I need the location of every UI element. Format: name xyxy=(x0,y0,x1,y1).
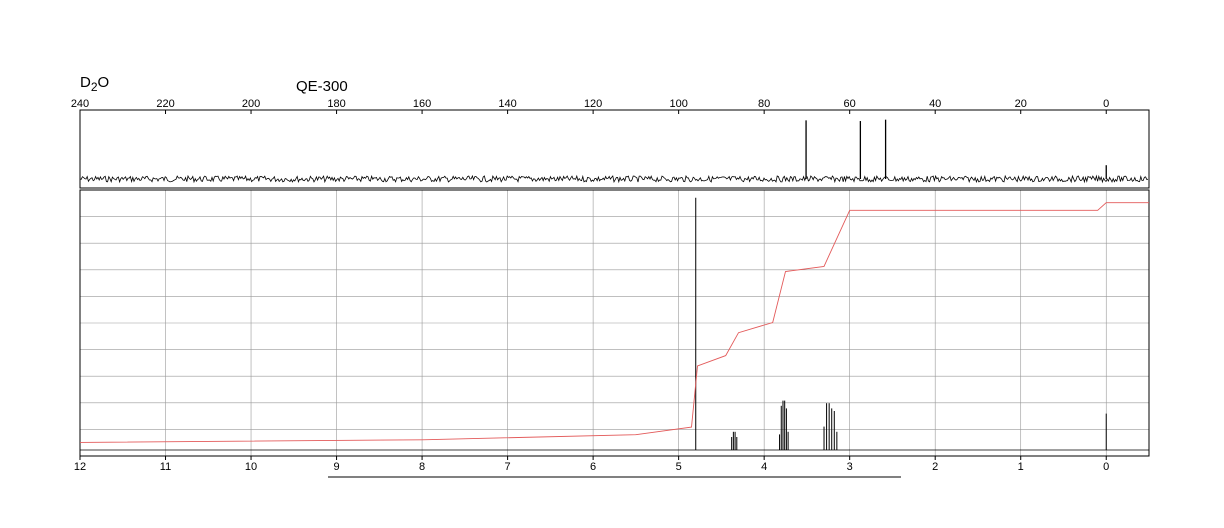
carbon-spectrum-panel: 240 220 200 180 160 140 120 100 80 60 40 20 0 xyxy=(71,98,1150,189)
carbon-tick-label: 20 xyxy=(1015,98,1027,110)
proton-tick-label: 12 xyxy=(74,461,86,473)
carbon-tick-label: 100 xyxy=(669,98,687,110)
carbon-tick-label: 180 xyxy=(327,98,345,110)
proton-tick-label: 2 xyxy=(932,461,938,473)
carbon-plot-frame xyxy=(79,109,1150,189)
proton-tick-label: 0 xyxy=(1103,461,1109,473)
proton-tick-label: 10 xyxy=(245,461,257,473)
carbon-tick-label: 120 xyxy=(584,98,602,110)
carbon-tick-label: 200 xyxy=(242,98,260,110)
integral-curve xyxy=(79,202,1149,443)
carbon-tick-label: 0 xyxy=(1103,98,1109,110)
proton-tick-label: 1 xyxy=(1018,461,1024,473)
proton-tick-label: 8 xyxy=(419,461,425,473)
proton-tick-label: 11 xyxy=(160,461,171,473)
proton-tick-label: 9 xyxy=(333,461,339,473)
carbon-tick-label: 220 xyxy=(156,98,174,110)
carbon-tick-label: 160 xyxy=(413,98,431,110)
proton-tick-label: 4 xyxy=(761,461,767,473)
proton-tick-label: 3 xyxy=(847,461,853,473)
proton-tick-label: 5 xyxy=(676,461,682,473)
carbon-tick-label: 80 xyxy=(758,98,770,110)
proton-spectrum-panel: 12 11 10 9 8 7 6 5 4 3 2 1 0 xyxy=(74,189,1150,478)
proton-tick-label: 7 xyxy=(505,461,511,473)
proton-tick-label: 6 xyxy=(590,461,596,473)
carbon-tick-label: 240 xyxy=(71,98,89,110)
nmr-spectra-figure: 240 220 200 180 160 140 120 100 80 60 40 20 0 12 11 10… xyxy=(71,98,1150,478)
carbon-tick-label: 140 xyxy=(498,98,516,110)
carbon-tick-label: 60 xyxy=(844,98,856,110)
carbon-tick-label: 40 xyxy=(929,98,941,110)
carbon-baseline-noise xyxy=(79,174,1149,184)
